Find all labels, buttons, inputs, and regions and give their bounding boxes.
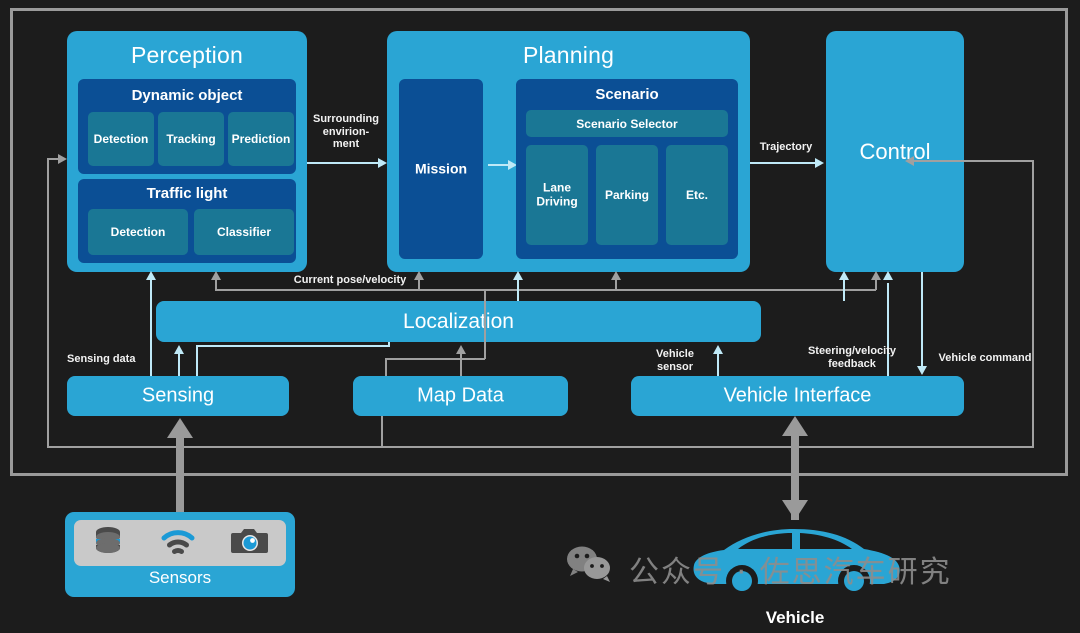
perception-title: Perception	[131, 42, 243, 68]
mission-block[interactable]: Mission	[399, 79, 483, 259]
feedback-loop-right-arrow	[905, 156, 914, 166]
mapdata-to-localization-arrow	[456, 345, 466, 354]
radar-wave-icon	[160, 525, 196, 562]
current-pose-velocity-label: Current pose/velocity	[293, 274, 407, 286]
sensing-data-label: Sensing data	[67, 353, 136, 365]
scenario-etc[interactable]: Etc.	[666, 145, 728, 245]
planning-title: Planning	[522, 42, 615, 68]
feedback-loop-left	[47, 158, 49, 448]
sensors-to-sensing-arrow	[167, 418, 193, 438]
sensing-block[interactable]: Sensing	[67, 376, 289, 416]
scenario-etc-label: Etc.	[685, 187, 708, 202]
vehicle-illustration	[690, 521, 905, 608]
dynamic-object-detection[interactable]: Detection	[88, 112, 154, 166]
sensors-label: Sensors	[148, 568, 212, 587]
scenario-title: Scenario	[595, 86, 659, 103]
dynamic-object-prediction-label: Prediction	[231, 131, 291, 146]
perception-block[interactable]: Perception Dynamic object Detection Trac…	[67, 31, 307, 272]
vehicle-sensor-label: Vehicle sensor	[656, 348, 694, 373]
localization-to-sensing-drop	[388, 342, 390, 346]
sensing-label: Sensing	[141, 384, 215, 407]
localization-block[interactable]: Localization	[156, 301, 761, 342]
feedback-loop-bottom	[47, 446, 1034, 448]
diagram-canvas: Perception Dynamic object Detection Trac…	[0, 0, 1080, 633]
camera-icon	[230, 526, 269, 561]
localization-to-control-riser	[843, 278, 845, 301]
mapdata-to-localization-riser	[460, 352, 462, 376]
localization-to-planning-riser	[517, 278, 519, 301]
scenario-selector[interactable]: Scenario Selector	[526, 110, 728, 137]
current-pose-arrow-control	[871, 271, 881, 280]
vehicle-command-arrow	[917, 366, 927, 375]
surrounding-environment-label: Surrounding envirion- ment	[313, 113, 379, 151]
sensing-to-localization-riser	[178, 352, 180, 376]
scenario-parking[interactable]: Parking	[596, 145, 658, 245]
mission-label: Mission	[414, 160, 468, 177]
vehicle-command-label: Vehicle command	[938, 352, 1032, 364]
scenario-lane-driving-label: Lane Driving	[536, 180, 578, 209]
current-pose-bus-line	[215, 289, 876, 291]
sensors-to-sensing-line	[176, 436, 184, 514]
vehicle-sensor-riser	[717, 352, 719, 376]
vehicle-interface-block[interactable]: Vehicle Interface	[631, 376, 964, 416]
scenario-lane-driving[interactable]: Lane Driving	[526, 145, 588, 245]
trajectory-arrowhead	[815, 158, 824, 168]
surrounding-environment-arrowhead	[378, 158, 387, 168]
traffic-light-classifier-label: Classifier	[216, 224, 272, 239]
planning-block[interactable]: Planning Mission Scenario Scenario Selec…	[387, 31, 750, 272]
interface-to-vehicle-arrow	[782, 500, 808, 520]
mapdata-to-planning-elbow	[385, 358, 485, 360]
sensors-icon-panel	[74, 520, 286, 566]
traffic-light-classifier[interactable]: Classifier	[194, 209, 294, 255]
vehicle-label: Vehicle	[765, 608, 825, 627]
localization-to-sensing-riser	[196, 345, 198, 376]
current-pose-arrow-planning-3	[611, 271, 621, 280]
traffic-light-detection-label: Detection	[110, 224, 166, 239]
mapdata-to-planning-riser	[385, 358, 387, 376]
scenario-selector-label: Scenario Selector	[576, 116, 678, 131]
map-data-block[interactable]: Map Data	[353, 376, 568, 416]
trajectory-line	[750, 162, 816, 164]
surrounding-environment-line	[307, 162, 379, 164]
vehicle-interface-label: Vehicle Interface	[723, 384, 872, 407]
feedback-loop-right	[1032, 160, 1034, 448]
control-block[interactable]: Control	[826, 31, 964, 272]
sensing-to-localization-arrow	[174, 345, 184, 354]
trajectory-label: Trajectory	[759, 141, 813, 153]
mapdata-down-to-loop	[381, 416, 383, 446]
traffic-light-title: Traffic light	[146, 185, 228, 202]
map-data-label: Map Data	[417, 384, 504, 407]
steering-feedback-arrow	[883, 271, 893, 280]
dynamic-object-detection-label: Detection	[93, 131, 149, 146]
vehicle-command-line	[921, 272, 923, 367]
mission-to-scenario-line	[488, 164, 509, 166]
lidar-database-icon	[91, 524, 125, 563]
vehicle-sensor-arrow	[713, 345, 723, 354]
dynamic-object-title: Dynamic object	[131, 87, 243, 104]
dynamic-object-tracking[interactable]: Tracking	[158, 112, 224, 166]
mapdata-to-planning-up	[484, 289, 486, 359]
sensing-to-perception-arrow	[146, 271, 156, 280]
traffic-light-detection[interactable]: Detection	[88, 209, 188, 255]
feedback-loop-arrow	[58, 154, 67, 164]
dynamic-object-prediction[interactable]: Prediction	[228, 112, 294, 166]
localization-to-planning-arrow	[513, 271, 523, 280]
scenario-parking-label: Parking	[604, 187, 649, 202]
dynamic-object-block[interactable]: Dynamic object Detection Tracking Predic…	[78, 79, 296, 174]
sensors-block[interactable]: Sensors	[65, 512, 295, 597]
localization-to-control-arrow	[839, 271, 849, 280]
scenario-block[interactable]: Scenario Scenario Selector Lane Driving …	[516, 79, 738, 259]
localization-label: Localization	[403, 309, 514, 333]
current-pose-arrow-perception	[211, 271, 221, 280]
feedback-loop-right-top	[912, 160, 1034, 162]
dynamic-object-tracking-label: Tracking	[166, 131, 216, 146]
localization-to-sensing-elbow	[196, 345, 390, 347]
traffic-light-block[interactable]: Traffic light Detection Classifier	[78, 179, 296, 263]
steering-velocity-feedback-label: Steering/velocity feedback	[807, 345, 897, 370]
vehicle-to-interface-arrow	[782, 416, 808, 436]
